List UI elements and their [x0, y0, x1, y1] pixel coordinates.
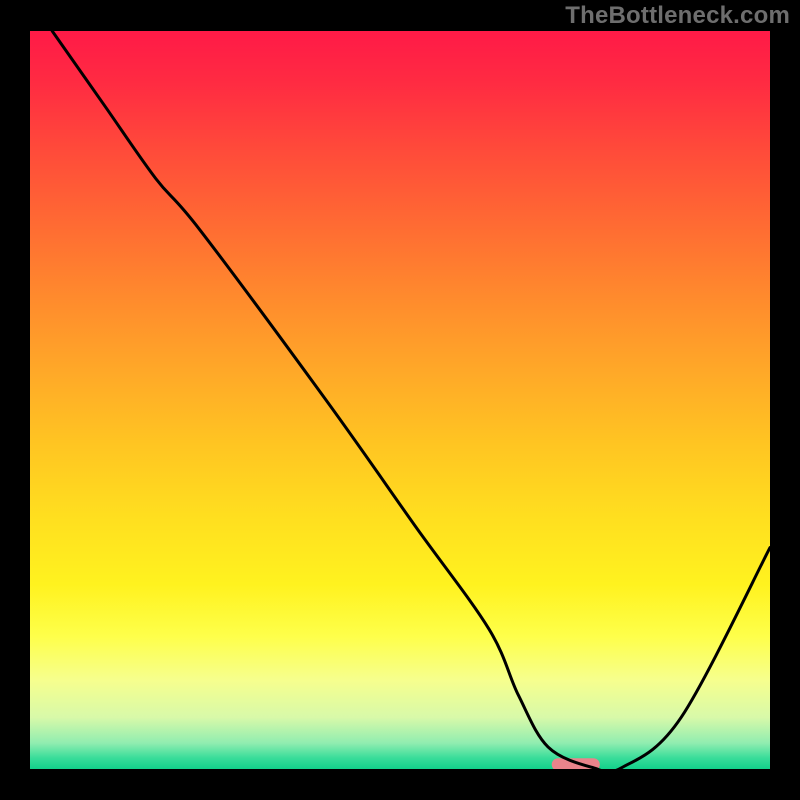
bottleneck-curve	[52, 31, 770, 772]
chart-overlay	[0, 0, 800, 800]
chart-frame: TheBottleneck.com	[0, 0, 800, 800]
